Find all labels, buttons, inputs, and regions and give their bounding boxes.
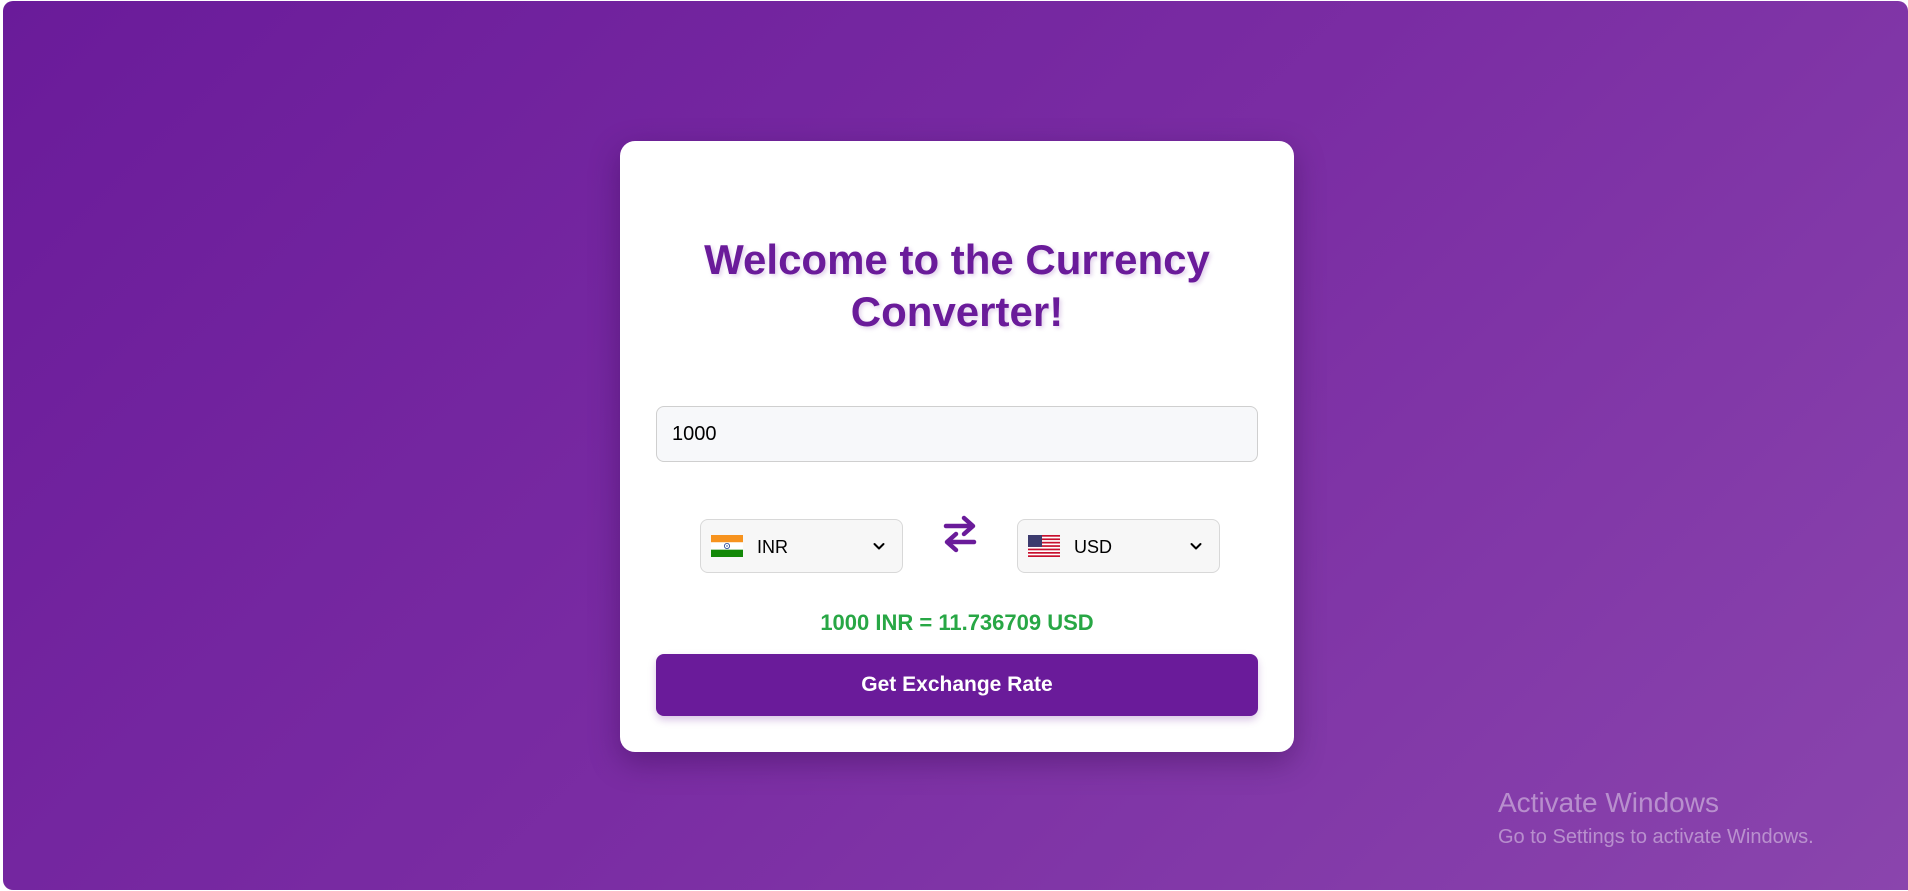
page-title: Welcome to the Currency Converter! — [704, 236, 1210, 335]
conversion-result: 1000 INR = 11.736709 USD — [820, 610, 1094, 635]
from-currency-code: INR — [757, 537, 788, 557]
us-flag-icon — [1028, 535, 1060, 557]
india-flag-icon — [711, 535, 743, 557]
to-currency-select[interactable]: USD — [1017, 519, 1220, 573]
from-currency-select[interactable]: INR — [700, 519, 903, 573]
activate-windows-watermark: Activate Windows Go to Settings to activ… — [1498, 787, 1814, 849]
amount-input[interactable] — [656, 406, 1258, 462]
chevron-down-icon — [872, 539, 886, 553]
app-background: Welcome to the Currency Converter! INR — [3, 1, 1908, 890]
watermark-title: Activate Windows — [1498, 787, 1719, 818]
get-exchange-rate-button[interactable]: Get Exchange Rate — [656, 654, 1258, 716]
chevron-down-icon — [1189, 539, 1203, 553]
swap-arrows-icon[interactable] — [942, 513, 978, 555]
to-currency-code: USD — [1074, 537, 1113, 557]
converter-card: Welcome to the Currency Converter! INR — [620, 141, 1294, 752]
watermark-subtitle: Go to Settings to activate Windows. — [1498, 826, 1814, 848]
